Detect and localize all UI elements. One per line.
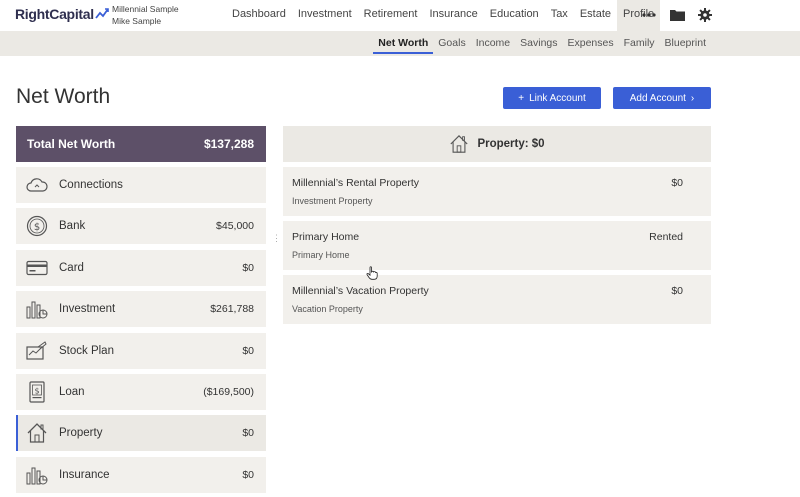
- property-type: Primary Home: [292, 250, 350, 260]
- account-category-loan[interactable]: $ Loan ($169,500): [16, 373, 266, 410]
- property-value: Rented: [649, 231, 683, 243]
- sub-navigation-bar: Net Worth Goals Income Savings Expenses …: [0, 31, 800, 56]
- account-category-value: $45,000: [216, 220, 254, 233]
- svg-text:$: $: [34, 222, 40, 233]
- loan-document-icon: $: [26, 381, 48, 403]
- subnav-net-worth[interactable]: Net Worth: [373, 31, 434, 56]
- logo-text: RightCapital: [15, 6, 94, 22]
- subnav-income[interactable]: Income: [471, 31, 515, 56]
- nav-icon-group: [640, 6, 714, 24]
- property-item[interactable]: Millennial’s Vacation Property Vacation …: [283, 275, 711, 324]
- account-category-value: $0: [242, 344, 254, 357]
- client-secondary: Mike Sample: [112, 16, 162, 26]
- property-name: Primary Home: [292, 231, 360, 243]
- credit-card-icon: [26, 257, 48, 279]
- total-net-worth-label: Total Net Worth: [27, 137, 116, 151]
- account-category-card[interactable]: Card $0: [16, 249, 266, 286]
- link-account-label: Link Account: [529, 92, 586, 104]
- account-category-value: $0: [242, 261, 254, 274]
- account-category-label: Loan: [59, 385, 85, 398]
- add-account-button[interactable]: Add Account ›: [613, 87, 711, 109]
- total-net-worth-value: $137,288: [203, 137, 254, 151]
- nav-item-estate[interactable]: Estate: [574, 0, 617, 31]
- nav-item-investment[interactable]: Investment: [292, 0, 358, 31]
- page-title: Net Worth: [16, 85, 111, 108]
- account-category-list: Total Net Worth $137,288 Connections $ B…: [16, 126, 266, 497]
- nav-item-insurance[interactable]: Insurance: [423, 0, 483, 31]
- house-icon: [26, 422, 48, 444]
- property-name: Millennial’s Rental Property: [292, 177, 420, 189]
- insurance-chart-icon: [26, 464, 48, 486]
- add-account-label: Add Account: [629, 92, 686, 104]
- account-category-value: $261,788: [210, 303, 254, 316]
- property-name: Millennial’s Vacation Property: [292, 285, 429, 297]
- property-item[interactable]: Millennial’s Rental Property Investment …: [283, 167, 711, 216]
- nav-item-education[interactable]: Education: [484, 0, 545, 31]
- hand-pointer-icon: [366, 266, 378, 280]
- subnav-goals[interactable]: Goals: [433, 31, 470, 56]
- svg-text:$: $: [34, 386, 39, 395]
- main-nav: Dashboard Investment Retirement Insuranc…: [226, 0, 661, 31]
- house-icon: [450, 134, 469, 153]
- account-category-property[interactable]: Property $0: [16, 415, 266, 452]
- client-names[interactable]: Millennial Sample Mike Sample: [112, 3, 179, 27]
- property-item[interactable]: Primary Home Primary Home Rented: [283, 221, 711, 270]
- nav-item-retirement[interactable]: Retirement: [358, 0, 424, 31]
- account-category-stock-plan[interactable]: Stock Plan $0: [16, 332, 266, 369]
- subnav-blueprint[interactable]: Blueprint: [660, 31, 711, 56]
- gear-icon[interactable]: [696, 6, 714, 24]
- nav-item-dashboard[interactable]: Dashboard: [226, 0, 292, 31]
- nav-item-tax[interactable]: Tax: [545, 0, 574, 31]
- account-category-label: Investment: [59, 303, 116, 316]
- more-dots-icon[interactable]: [640, 6, 658, 24]
- cloud-icon: [26, 174, 48, 196]
- client-primary: Millennial Sample: [112, 4, 179, 14]
- account-category-bank[interactable]: $ Bank $45,000: [16, 208, 266, 245]
- account-category-value: ($169,500): [203, 385, 254, 398]
- sub-nav: Net Worth Goals Income Savings Expenses …: [373, 31, 711, 56]
- chevron-right-icon: ›: [690, 92, 695, 104]
- account-category-investment[interactable]: Investment $261,788: [16, 291, 266, 328]
- dollar-coin-icon: $: [26, 215, 48, 237]
- account-category-value: $0: [242, 427, 254, 440]
- account-category-label: Stock Plan: [59, 344, 114, 357]
- subnav-savings[interactable]: Savings: [515, 31, 562, 56]
- account-category-connections[interactable]: Connections: [16, 167, 266, 203]
- property-panel-header: Property: $0: [283, 126, 711, 162]
- account-category-insurance[interactable]: Insurance $0: [16, 456, 266, 493]
- subnav-family[interactable]: Family: [619, 31, 660, 56]
- account-category-label: Connections: [59, 179, 123, 191]
- property-value: $0: [671, 177, 683, 189]
- subnav-expenses[interactable]: Expenses: [563, 31, 619, 56]
- total-net-worth-card: Total Net Worth $137,288: [16, 126, 266, 162]
- bar-chart-icon: [26, 298, 48, 320]
- account-category-label: Card: [59, 261, 84, 274]
- link-account-button[interactable]: + Link Account: [503, 87, 601, 109]
- stock-check-icon: [26, 340, 48, 362]
- property-type: Investment Property: [292, 196, 373, 206]
- top-navigation-bar: RightCapital Millennial Sample Mike Samp…: [0, 0, 800, 31]
- account-category-label: Bank: [59, 220, 86, 233]
- account-category-label: Property: [59, 427, 103, 440]
- property-value: $0: [671, 285, 683, 297]
- property-panel-title: Property: $0: [477, 138, 545, 150]
- folder-icon[interactable]: [668, 6, 686, 24]
- logo-arrow-icon: [95, 8, 109, 19]
- app-logo[interactable]: RightCapital: [15, 6, 109, 22]
- account-category-value: $0: [242, 468, 254, 481]
- plus-icon: +: [518, 92, 525, 104]
- account-category-label: Insurance: [59, 468, 110, 481]
- property-type: Vacation Property: [292, 304, 363, 314]
- property-panel: Property: $0 Millennial’s Rental Propert…: [283, 126, 711, 324]
